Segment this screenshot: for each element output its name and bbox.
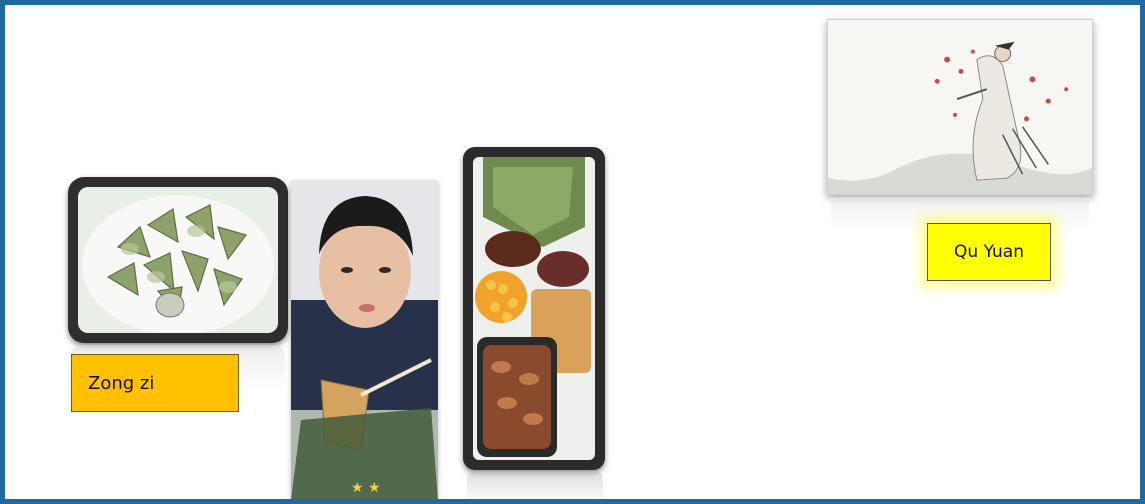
qu-yuan-label-text: Qu Yuan <box>954 242 1024 262</box>
qu-yuan-label[interactable]: Qu Yuan <box>927 223 1051 281</box>
qu-yuan-image <box>828 20 1092 194</box>
slide-canvas: ★ ★ Zong zi Qu Yuan <box>0 0 1145 504</box>
zongzi-photo[interactable] <box>68 177 288 343</box>
boy-photo[interactable]: ★ ★ <box>291 180 438 499</box>
zongzi-image <box>78 187 278 333</box>
food-tray-reflection <box>467 471 603 499</box>
food-tray-image <box>473 157 595 460</box>
boy-image: ★ ★ <box>291 180 438 499</box>
qu-yuan-painting[interactable] <box>827 19 1093 195</box>
food-tray-photo[interactable] <box>463 147 605 470</box>
svg-text:★ ★: ★ ★ <box>351 480 381 496</box>
zongzi-label-text: Zong zi <box>88 372 155 394</box>
zongzi-label[interactable]: Zong zi <box>71 354 239 412</box>
